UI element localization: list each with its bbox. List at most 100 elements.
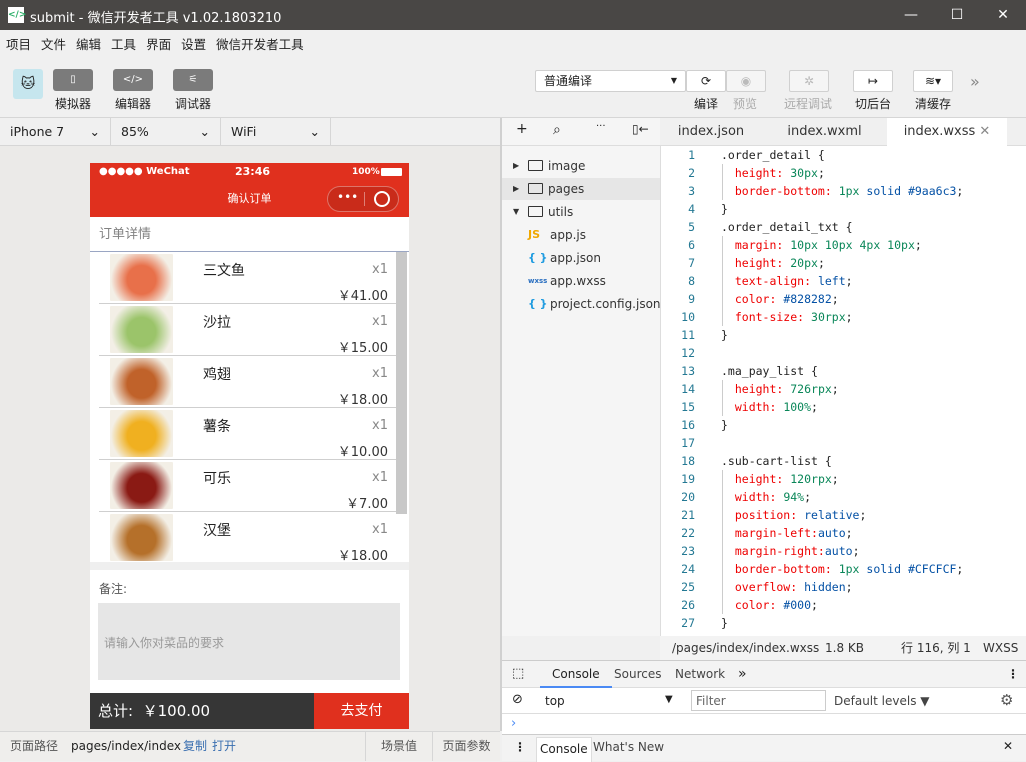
open-link[interactable]: 打开: [212, 732, 236, 761]
clock: 23:46: [235, 165, 271, 178]
menu-file[interactable]: 文件: [41, 34, 66, 53]
zoom-select[interactable]: 85% ⌄: [111, 118, 221, 146]
file-tree-item[interactable]: { } app.json: [502, 247, 660, 269]
code-token: font-size:: [721, 310, 812, 324]
close-tab-icon[interactable]: ✕: [979, 124, 990, 139]
code-line[interactable]: height: 20px;: [721, 254, 825, 272]
file-tree-item[interactable]: ▶ image: [502, 155, 660, 177]
code-line[interactable]: }: [721, 614, 728, 632]
list-scrollbar[interactable]: [396, 252, 407, 514]
add-icon[interactable]: +: [516, 121, 528, 137]
more-tabs-icon[interactable]: »: [738, 661, 747, 688]
minimize-button[interactable]: —: [888, 0, 934, 30]
avatar[interactable]: 🐱: [13, 69, 43, 99]
menu-view[interactable]: 界面: [146, 34, 171, 53]
tab-index-json[interactable]: index.json: [660, 118, 762, 146]
code-line[interactable]: width: 100%;: [721, 398, 818, 416]
gear-icon[interactable]: ⚙: [1000, 691, 1013, 709]
code-line[interactable]: .order_detail {: [721, 146, 825, 164]
order-item: 三文鱼 x1 ￥41.00: [99, 252, 398, 304]
tab-index-wxml[interactable]: index.wxml: [762, 118, 887, 146]
code-line[interactable]: height: 726rpx;: [721, 380, 839, 398]
simulator-button[interactable]: ▯: [53, 69, 93, 91]
code-line[interactable]: height: 120rpx;: [721, 470, 839, 488]
scene-button[interactable]: 场景值: [365, 732, 432, 761]
file-tree-item[interactable]: JS app.js: [502, 224, 660, 246]
menu-wechat-devtools[interactable]: 微信开发者工具: [216, 34, 304, 53]
more-dots-icon[interactable]: •••: [337, 190, 358, 204]
file-tree-item[interactable]: ▶ pages: [502, 178, 660, 200]
code-line[interactable]: }: [721, 416, 728, 434]
close-button[interactable]: ✕: [980, 0, 1026, 30]
drawer-tab-console[interactable]: Console: [536, 737, 592, 762]
code-line[interactable]: .order_detail_txt {: [721, 218, 853, 236]
code-token: }: [721, 418, 728, 432]
caret-down-icon[interactable]: ▼: [513, 201, 519, 223]
code-editor[interactable]: 1 .order_detail {2 height: 30px; 3 border-…: [660, 146, 1026, 636]
kebab-menu-icon[interactable]: ⋮: [1007, 661, 1019, 688]
code-line[interactable]: margin-left:auto;: [721, 524, 853, 542]
editor-button[interactable]: </>: [113, 69, 153, 91]
copy-link[interactable]: 复制: [183, 732, 207, 761]
tab-index-wxss[interactable]: index.wxss ✕: [887, 118, 1007, 146]
code-line[interactable]: margin-right:auto;: [721, 542, 860, 560]
drawer-menu-icon[interactable]: ⋮: [514, 740, 526, 754]
filter-input[interactable]: Filter: [691, 690, 826, 711]
code-line[interactable]: position: relative;: [721, 506, 867, 524]
indent-guide: [722, 380, 723, 416]
compile-mode-select[interactable]: 普通编译 ▼: [535, 70, 686, 92]
code-line[interactable]: color: #000;: [721, 596, 818, 614]
collapse-panel-icon[interactable]: ▯←: [632, 122, 649, 136]
remote-debug-button[interactable]: ✲: [789, 70, 829, 92]
console-prompt[interactable]: ›: [511, 716, 516, 731]
pay-button[interactable]: 去支付: [314, 693, 409, 729]
code-line[interactable]: border-bottom: 1px solid #9aa6c3;: [721, 182, 964, 200]
levels-select[interactable]: Default levels ▼: [834, 694, 930, 708]
inspect-icon[interactable]: ⬚: [512, 666, 524, 681]
file-tree-item[interactable]: { } project.config.json: [502, 293, 661, 315]
code-line[interactable]: .ma_pay_list {: [721, 362, 818, 380]
tab-sources[interactable]: Sources: [614, 661, 661, 688]
context-select[interactable]: top: [545, 694, 565, 708]
background-button[interactable]: ↦: [853, 70, 893, 92]
menu-settings[interactable]: 设置: [181, 34, 206, 53]
maximize-button[interactable]: ☐: [934, 0, 980, 30]
device-select[interactable]: iPhone 7 ⌄: [0, 118, 111, 146]
drawer-tab-whats-new[interactable]: What's New: [593, 740, 664, 754]
file-tree-item[interactable]: wxss app.wxss: [502, 270, 660, 292]
file-tree-item[interactable]: ▼ utils: [502, 201, 660, 223]
code-line[interactable]: }: [721, 200, 728, 218]
compile-button[interactable]: ⟳: [686, 70, 726, 92]
code-line[interactable]: .sub-cart-list {: [721, 452, 832, 470]
menu-project[interactable]: 项目: [6, 34, 31, 53]
code-line[interactable]: }: [721, 326, 728, 344]
caret-right-icon[interactable]: ▶: [513, 178, 519, 200]
code-line[interactable]: height: 30px;: [721, 164, 825, 182]
close-drawer-icon[interactable]: ✕: [1003, 739, 1013, 753]
tab-console[interactable]: Console: [540, 661, 612, 688]
code-token: #828282: [783, 292, 832, 306]
code-line[interactable]: font-size: 30rpx;: [721, 308, 853, 326]
code-line[interactable]: border-bottom: 1px solid #CFCFCF;: [721, 560, 964, 578]
debugger-button[interactable]: ⚟: [173, 69, 213, 91]
code-line[interactable]: width: 94%;: [721, 488, 811, 506]
search-icon[interactable]: ⌕: [553, 122, 561, 138]
code-line[interactable]: overflow: hidden;: [721, 578, 853, 596]
clear-console-icon[interactable]: ⊘: [512, 692, 523, 707]
more-chevrons-icon[interactable]: »: [970, 72, 980, 91]
menu-tools[interactable]: 工具: [111, 34, 136, 53]
code-line[interactable]: margin: 10px 10px 4px 10px;: [721, 236, 922, 254]
tab-network[interactable]: Network: [675, 661, 725, 688]
preview-button[interactable]: ◉: [726, 70, 766, 92]
network-select[interactable]: WiFi ⌄: [221, 118, 331, 146]
note-input[interactable]: 请输入你对菜品的要求: [98, 603, 400, 680]
menu-edit[interactable]: 编辑: [76, 34, 101, 53]
caret-right-icon[interactable]: ▶: [513, 155, 519, 177]
page-params-button[interactable]: 页面参数: [432, 732, 500, 761]
code-line[interactable]: color: #828282;: [721, 290, 839, 308]
more-icon[interactable]: ···: [596, 121, 606, 132]
close-circle-icon[interactable]: [374, 191, 390, 207]
code-line[interactable]: text-align: left;: [721, 272, 853, 290]
code-token: ;: [845, 274, 853, 288]
clear-cache-button[interactable]: ≋▾: [913, 70, 953, 92]
